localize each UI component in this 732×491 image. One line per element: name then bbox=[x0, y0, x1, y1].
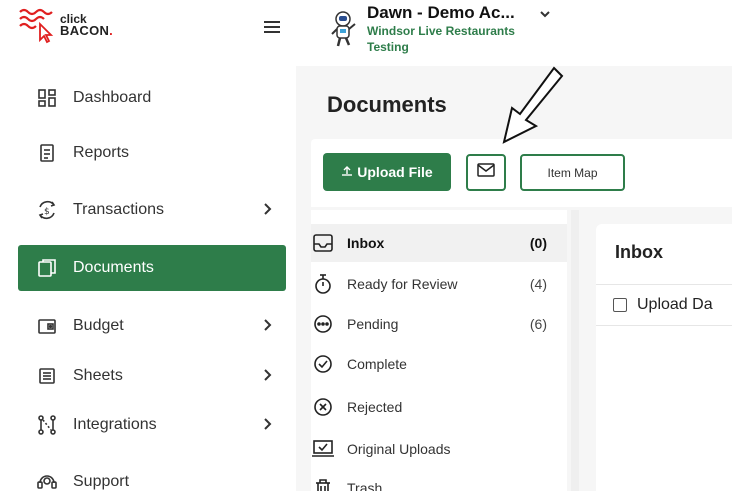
folder-list: Inbox (0) Ready for Review (4) Pending (… bbox=[311, 210, 567, 491]
inbox-title: Inbox bbox=[615, 242, 663, 262]
chevron-down-icon[interactable] bbox=[539, 6, 551, 24]
upload-file-label: Upload File bbox=[357, 164, 433, 180]
sidebar-item-label: Integrations bbox=[73, 416, 157, 433]
inbox-table-header: Upload Da bbox=[596, 284, 732, 326]
check-circle-icon bbox=[311, 354, 335, 374]
sidebar-item-dashboard[interactable]: Dashboard bbox=[18, 75, 286, 121]
reports-icon bbox=[36, 142, 58, 164]
chevron-right-icon bbox=[262, 318, 272, 337]
folder-original-uploads[interactable]: Original Uploads bbox=[311, 430, 567, 468]
sidebar-item-budget[interactable]: Budget bbox=[18, 303, 286, 349]
hamburger-menu-icon[interactable] bbox=[264, 20, 282, 34]
laptop-check-icon bbox=[311, 439, 335, 459]
trash-icon bbox=[311, 478, 335, 491]
account-subtitle: Windsor Live Restaurants Testing bbox=[367, 24, 515, 54]
select-all-checkbox[interactable] bbox=[613, 298, 627, 312]
account-name[interactable]: Dawn - Demo Ac... bbox=[367, 3, 515, 23]
annotation-arrow-icon bbox=[502, 66, 564, 144]
folder-inbox[interactable]: Inbox (0) bbox=[311, 224, 567, 262]
account-header: Dawn - Demo Ac... Windsor Live Restauran… bbox=[296, 0, 732, 66]
mail-icon bbox=[477, 163, 495, 182]
item-map-label: Item Map bbox=[547, 165, 598, 180]
folder-rejected[interactable]: Rejected bbox=[311, 388, 567, 426]
sidebar-item-label: Support bbox=[73, 473, 130, 490]
sidebar-item-label: Documents bbox=[73, 259, 154, 276]
upload-icon bbox=[341, 164, 353, 180]
dashboard-icon bbox=[36, 87, 58, 109]
sidebar-item-integrations[interactable]: Integrations bbox=[18, 402, 286, 448]
main-content: Documents Upload File Item Map Inbox (0) bbox=[296, 0, 732, 491]
budget-icon bbox=[36, 315, 58, 337]
folder-label: Trash bbox=[347, 480, 383, 491]
column-header-upload-date[interactable]: Upload Da bbox=[637, 296, 713, 314]
documents-toolbar: Upload File Item Map bbox=[311, 139, 732, 207]
pending-dots-icon bbox=[311, 314, 335, 334]
transactions-icon: $ bbox=[36, 199, 58, 221]
logo-dot: . bbox=[109, 23, 114, 38]
upload-file-button[interactable]: Upload File bbox=[323, 153, 451, 191]
sidebar-item-documents[interactable]: Documents bbox=[18, 245, 286, 291]
sidebar-item-transactions[interactable]: $ Transactions bbox=[18, 187, 286, 233]
documents-icon bbox=[36, 257, 58, 279]
chevron-right-icon bbox=[262, 417, 272, 436]
folder-label: Ready for Review bbox=[347, 276, 458, 292]
sidebar-item-label: Reports bbox=[73, 144, 130, 161]
sidebar-item-label: Sheets bbox=[73, 367, 123, 384]
folder-label: Rejected bbox=[347, 399, 403, 415]
folder-ready-for-review[interactable]: Ready for Review (4) bbox=[311, 265, 567, 303]
sheets-icon bbox=[36, 365, 58, 387]
sidebar-item-support[interactable]: Support bbox=[18, 459, 286, 491]
sidebar-item-label: Dashboard bbox=[73, 89, 152, 106]
sidebar-item-label: Transactions bbox=[73, 201, 164, 218]
astronaut-avatar-icon[interactable] bbox=[330, 10, 358, 55]
folder-list-scrollbar[interactable] bbox=[571, 210, 579, 491]
sidebar-item-label: Budget bbox=[73, 317, 124, 334]
folder-label: Complete bbox=[347, 356, 407, 372]
bacon-logo-icon bbox=[19, 8, 54, 44]
email-button[interactable] bbox=[466, 154, 506, 191]
page-title: Documents bbox=[327, 92, 447, 117]
folder-label: Original Uploads bbox=[347, 441, 451, 457]
folder-count: (0) bbox=[529, 235, 547, 251]
chevron-right-icon bbox=[262, 202, 272, 221]
item-map-button[interactable]: Item Map bbox=[520, 154, 625, 191]
folder-complete[interactable]: Complete bbox=[311, 345, 567, 383]
logo-line-2: BACON bbox=[60, 23, 110, 38]
sidebar-item-reports[interactable]: Reports bbox=[18, 130, 286, 176]
stopwatch-icon bbox=[311, 273, 335, 295]
integrations-icon bbox=[36, 414, 58, 436]
clickbacon-logo[interactable]: click BACON. bbox=[18, 6, 113, 44]
folder-count: (4) bbox=[529, 276, 547, 292]
inbox-icon bbox=[311, 233, 335, 253]
folder-trash[interactable]: Trash bbox=[311, 469, 567, 491]
sidebar: click BACON. Dashboard Reports $ Transac… bbox=[0, 0, 296, 491]
folder-pending[interactable]: Pending (6) bbox=[311, 305, 567, 343]
inbox-panel: Inbox Upload Da bbox=[596, 224, 732, 491]
support-icon bbox=[36, 471, 58, 491]
folder-label: Pending bbox=[347, 316, 399, 332]
logo-text: click BACON. bbox=[60, 13, 113, 37]
folder-count: (6) bbox=[529, 316, 547, 332]
chevron-right-icon bbox=[262, 368, 272, 387]
x-circle-icon bbox=[311, 397, 335, 417]
folder-label: Inbox bbox=[347, 235, 385, 251]
svg-text:$: $ bbox=[44, 207, 50, 217]
sidebar-item-sheets[interactable]: Sheets bbox=[18, 353, 286, 399]
